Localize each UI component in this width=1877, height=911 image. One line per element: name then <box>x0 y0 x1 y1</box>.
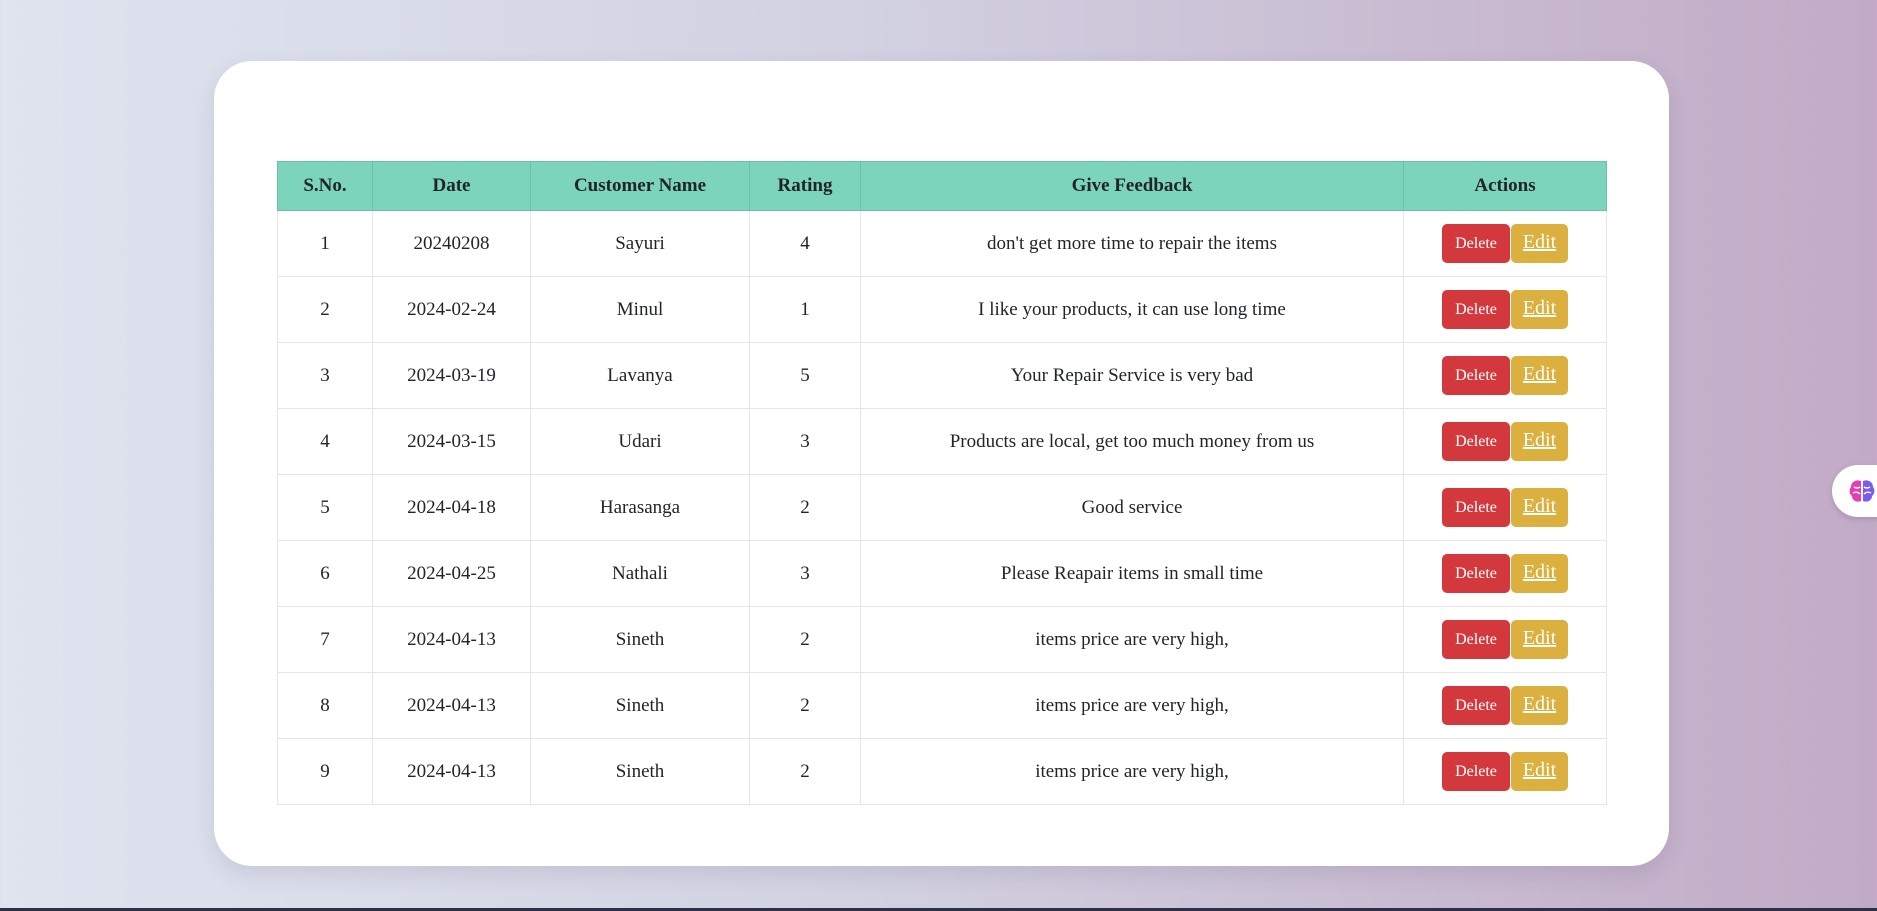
table-row: 3 2024-03-19 Lavanya 5 Your Repair Service i… <box>277 342 1607 409</box>
cell-date: 2024-03-15 <box>372 408 531 475</box>
cell-date: 20240208 <box>372 210 531 277</box>
cell-rating: 2 <box>749 672 861 739</box>
brain-icon <box>1849 480 1875 502</box>
edit-button[interactable]: Edit <box>1511 290 1568 329</box>
cell-feedback: items price are very high, <box>860 672 1404 739</box>
cell-sno: 9 <box>277 738 373 805</box>
delete-button[interactable]: Delete <box>1442 290 1510 329</box>
cell-rating: 2 <box>749 738 861 805</box>
cell-rating: 2 <box>749 606 861 673</box>
cell-actions: Delete Edit <box>1403 210 1607 277</box>
cell-actions: Delete Edit <box>1403 540 1607 607</box>
cell-actions: Delete Edit <box>1403 606 1607 673</box>
edit-button[interactable]: Edit <box>1511 356 1568 395</box>
cell-date: 2024-04-18 <box>372 474 531 541</box>
cell-customer-name: Sineth <box>530 672 750 739</box>
table-body: 1 20240208 Sayuri 4 don't get more time to r… <box>277 210 1607 805</box>
cell-date: 2024-02-24 <box>372 276 531 343</box>
cell-feedback: Products are local, get too much money f… <box>860 408 1404 475</box>
delete-button[interactable]: Delete <box>1442 488 1510 527</box>
cell-sno: 6 <box>277 540 373 607</box>
cell-sno: 1 <box>277 210 373 277</box>
delete-button[interactable]: Delete <box>1442 356 1510 395</box>
cell-actions: Delete Edit <box>1403 276 1607 343</box>
cell-sno: 7 <box>277 606 373 673</box>
cell-actions: Delete Edit <box>1403 474 1607 541</box>
header-sno: S.No. <box>277 161 373 211</box>
delete-button[interactable]: Delete <box>1442 620 1510 659</box>
cell-rating: 1 <box>749 276 861 343</box>
edit-button[interactable]: Edit <box>1511 554 1568 593</box>
cell-feedback: items price are very high, <box>860 738 1404 805</box>
edit-button[interactable]: Edit <box>1511 422 1568 461</box>
cell-sno: 8 <box>277 672 373 739</box>
delete-button[interactable]: Delete <box>1442 686 1510 725</box>
cell-date: 2024-04-13 <box>372 672 531 739</box>
cell-sno: 2 <box>277 276 373 343</box>
edit-button[interactable]: Edit <box>1511 620 1568 659</box>
floating-assistant-button[interactable] <box>1832 465 1877 517</box>
cell-actions: Delete Edit <box>1403 342 1607 409</box>
cell-customer-name: Minul <box>530 276 750 343</box>
cell-sno: 3 <box>277 342 373 409</box>
cell-feedback: I like your products, it can use long ti… <box>860 276 1404 343</box>
table-row: 4 2024-03-15 Udari 3 Products are local, get… <box>277 408 1607 475</box>
delete-button[interactable]: Delete <box>1442 752 1510 791</box>
table-row: 8 2024-04-13 Sineth 2 items price are very h… <box>277 672 1607 739</box>
cell-date: 2024-03-19 <box>372 342 531 409</box>
cell-sno: 5 <box>277 474 373 541</box>
header-actions: Actions <box>1403 161 1607 211</box>
cell-rating: 2 <box>749 474 861 541</box>
header-rating: Rating <box>749 161 861 211</box>
cell-customer-name: Sineth <box>530 738 750 805</box>
feedback-table: S.No. Date Customer Name Rating Give Fee… <box>277 161 1607 805</box>
cell-feedback: Your Repair Service is very bad <box>860 342 1404 409</box>
cell-feedback: Please Reapair items in small time <box>860 540 1404 607</box>
cell-customer-name: Harasanga <box>530 474 750 541</box>
cell-feedback: don't get more time to repair the items <box>860 210 1404 277</box>
cell-rating: 4 <box>749 210 861 277</box>
cell-customer-name: Sineth <box>530 606 750 673</box>
cell-actions: Delete Edit <box>1403 738 1607 805</box>
delete-button[interactable]: Delete <box>1442 554 1510 593</box>
cell-actions: Delete Edit <box>1403 408 1607 475</box>
edit-button[interactable]: Edit <box>1511 488 1568 527</box>
table-row: 5 2024-04-18 Harasanga 2 Good service Delete E… <box>277 474 1607 541</box>
cell-rating: 5 <box>749 342 861 409</box>
table-row: 9 2024-04-13 Sineth 2 items price are very h… <box>277 738 1607 805</box>
cell-date: 2024-04-25 <box>372 540 531 607</box>
cell-feedback: Good service <box>860 474 1404 541</box>
header-customer-name: Customer Name <box>530 161 750 211</box>
cell-actions: Delete Edit <box>1403 672 1607 739</box>
edit-button[interactable]: Edit <box>1511 752 1568 791</box>
delete-button[interactable]: Delete <box>1442 224 1510 263</box>
table-header-row: S.No. Date Customer Name Rating Give Fee… <box>277 161 1607 211</box>
table-row: 6 2024-04-25 Nathali 3 Please Reapair items … <box>277 540 1607 607</box>
cell-date: 2024-04-13 <box>372 606 531 673</box>
cell-customer-name: Sayuri <box>530 210 750 277</box>
table-row: 7 2024-04-13 Sineth 2 items price are very h… <box>277 606 1607 673</box>
cell-date: 2024-04-13 <box>372 738 531 805</box>
table-row: 1 20240208 Sayuri 4 don't get more time to r… <box>277 210 1607 277</box>
feedback-card: S.No. Date Customer Name Rating Give Fee… <box>214 61 1669 866</box>
cell-customer-name: Udari <box>530 408 750 475</box>
edit-button[interactable]: Edit <box>1511 686 1568 725</box>
cell-rating: 3 <box>749 540 861 607</box>
delete-button[interactable]: Delete <box>1442 422 1510 461</box>
header-date: Date <box>372 161 531 211</box>
cell-customer-name: Lavanya <box>530 342 750 409</box>
edit-button[interactable]: Edit <box>1511 224 1568 263</box>
cell-sno: 4 <box>277 408 373 475</box>
header-give-feedback: Give Feedback <box>860 161 1404 211</box>
cell-feedback: items price are very high, <box>860 606 1404 673</box>
cell-customer-name: Nathali <box>530 540 750 607</box>
table-row: 2 2024-02-24 Minul 1 I like your products, i… <box>277 276 1607 343</box>
cell-rating: 3 <box>749 408 861 475</box>
